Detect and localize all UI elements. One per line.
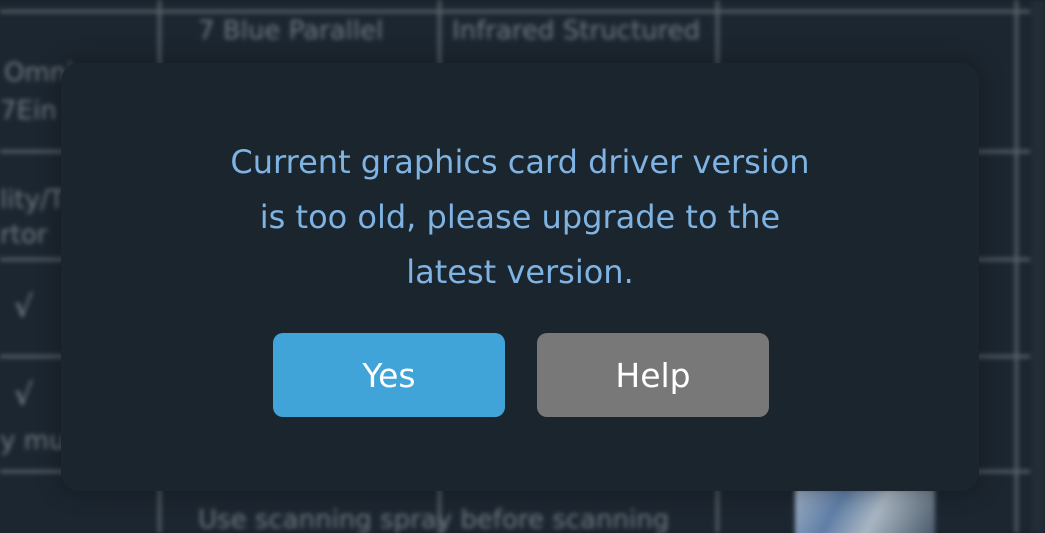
dialog-message: Current graphics card driver version is … <box>61 135 979 300</box>
thumbnail-image <box>795 488 935 533</box>
help-button[interactable]: Help <box>537 333 769 417</box>
app-window: 7 Blue Parallel Infrared Structured Omni… <box>0 0 1045 533</box>
background-cell: Use scanning spray before scanning <box>198 505 670 533</box>
background-cell: 7Ein <box>0 96 57 126</box>
check-icon: √ <box>14 290 34 325</box>
message-line: is too old, please upgrade to the <box>259 198 781 236</box>
background-cell: 7 Blue Parallel <box>198 16 384 46</box>
yes-button[interactable]: Yes <box>273 333 505 417</box>
message-line: latest version. <box>406 253 634 291</box>
table-divider <box>0 10 1030 13</box>
background-cell: lity/T <box>0 185 65 215</box>
message-line: Current graphics card driver version <box>230 143 810 181</box>
background-cell: Infrared Structured <box>452 16 701 46</box>
background-cell: y mu <box>0 426 66 456</box>
scrollbar[interactable] <box>1031 0 1045 533</box>
table-divider <box>1015 0 1018 533</box>
check-icon: √ <box>14 378 34 413</box>
driver-warning-dialog: Current graphics card driver version is … <box>61 63 979 491</box>
background-cell: rtor <box>0 220 48 250</box>
